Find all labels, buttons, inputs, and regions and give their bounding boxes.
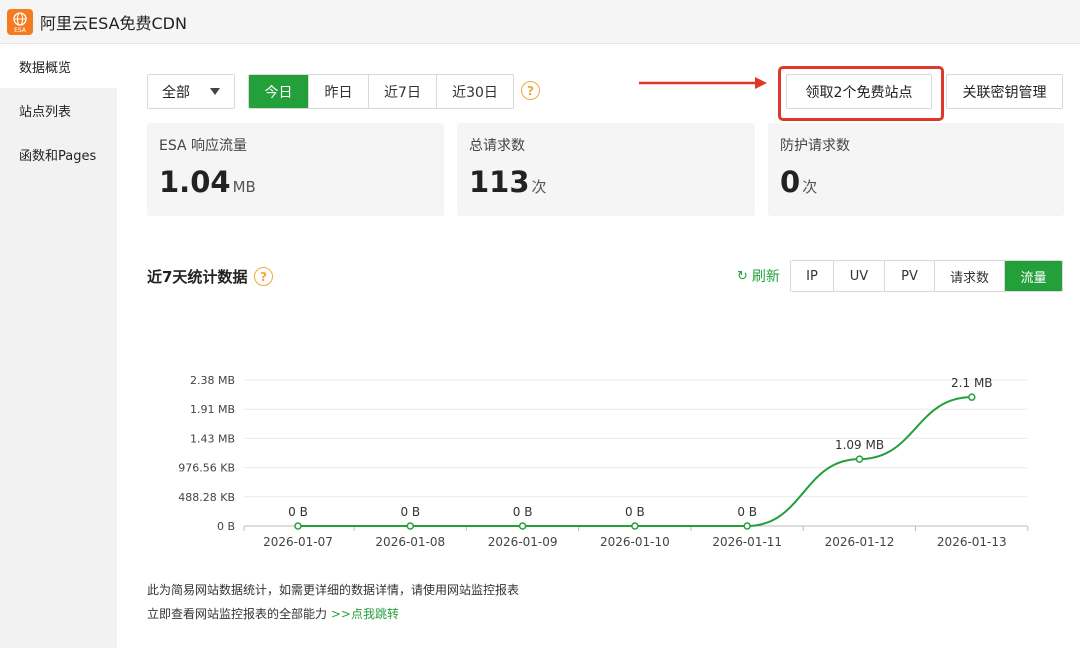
tab-pv[interactable]: PV: [885, 261, 935, 291]
stats-title: 近7天统计数据: [147, 268, 248, 286]
tab-yesterday[interactable]: 昨日: [309, 75, 369, 108]
main-content: 全部 今日 昨日 近7日 近30日 ? 领取2个免费站点 关联密钥管理 ESA …: [117, 44, 1080, 648]
card-value: 1.04 MB: [159, 165, 256, 199]
logo-text: ESA: [14, 26, 26, 34]
data-label: 2.1 MB: [951, 376, 992, 390]
sidebar-item-label: 数据概览: [19, 60, 72, 76]
tab-30days[interactable]: 近30日: [437, 75, 513, 108]
red-arrow-annotation: [639, 77, 767, 89]
y-tick-label: 488.28 KB: [178, 491, 235, 504]
refresh-label: 刷新: [751, 269, 780, 285]
data-label: 0 B: [625, 505, 645, 519]
help-icon[interactable]: ?: [254, 267, 273, 286]
card-label: 防护请求数: [780, 138, 850, 154]
key-management-button[interactable]: 关联密钥管理: [946, 74, 1063, 109]
data-point: [294, 522, 302, 530]
card-label: 总请求数: [469, 138, 525, 154]
esa-logo: ESA: [7, 8, 33, 35]
sidebar-item-functions-pages[interactable]: 函数和Pages: [0, 132, 117, 176]
data-label: 1.09 MB: [835, 438, 884, 452]
x-tick-label: 2026-01-07: [263, 535, 333, 549]
date-range-tabs: 今日 昨日 近7日 近30日: [248, 74, 514, 109]
y-tick-label: 2.38 MB: [190, 374, 235, 387]
x-tick-label: 2026-01-12: [825, 535, 895, 549]
scope-select[interactable]: 全部: [147, 74, 235, 109]
y-tick-label: 976.56 KB: [178, 462, 235, 475]
card-value: 0次: [780, 165, 818, 199]
title-bar: ESA 阿里云ESA免费CDN: [0, 0, 1080, 44]
y-tick-label: 1.43 MB: [190, 432, 235, 445]
x-tick-label: 2026-01-08: [375, 535, 445, 549]
refresh-button[interactable]: ↻ 刷新: [737, 266, 780, 286]
y-tick-label: 1.91 MB: [190, 403, 235, 416]
x-tick-label: 2026-01-13: [937, 535, 1007, 549]
data-point: [518, 522, 527, 530]
refresh-icon: ↻: [737, 268, 748, 284]
card-traffic: ESA 响应流量 1.04 MB: [147, 123, 444, 216]
data-label: 0 B: [288, 505, 308, 519]
jump-link[interactable]: >>点我跳转: [331, 607, 399, 621]
traffic-line-chart: 0 B 488.28 KB 976.56 KB 1.43 MB 1.91 MB 2.38 …: [178, 374, 1029, 549]
data-label: 0 B: [737, 505, 757, 519]
footer-link-line: 立即查看网站监控报表的全部能力 >>点我跳转: [147, 607, 399, 621]
app-title: 阿里云ESA免费CDN: [40, 13, 187, 33]
caret-down-icon: [210, 88, 220, 95]
data-point: [631, 522, 639, 530]
card-value: 113 次: [469, 165, 547, 199]
scope-select-value: 全部: [162, 84, 190, 101]
sidebar-item-sites[interactable]: 站点列表: [0, 88, 117, 132]
data-label: 0 B: [400, 505, 420, 519]
help-icon[interactable]: ?: [521, 81, 540, 100]
sidebar-item-overview[interactable]: 数据概览: [0, 44, 117, 88]
tab-requests[interactable]: 请求数: [935, 261, 1005, 291]
tab-today[interactable]: 今日: [249, 75, 309, 108]
y-tick-label: 0 B: [217, 520, 235, 533]
sidebar-item-label: 函数和Pages: [19, 148, 97, 164]
data-point: [968, 393, 976, 401]
tab-uv[interactable]: UV: [834, 261, 885, 291]
tab-ip[interactable]: IP: [791, 261, 834, 291]
globe-icon: [13, 11, 27, 26]
x-tick-label: 2026-01-11: [712, 535, 782, 549]
x-tick-label: 2026-01-10: [600, 535, 670, 549]
claim-free-sites-button[interactable]: 领取2个免费站点: [786, 74, 932, 109]
tab-7days[interactable]: 近7日: [369, 75, 437, 108]
data-label: 0 B: [513, 505, 533, 519]
data-point: [855, 455, 864, 463]
metric-tabs: IP UV PV 请求数 流量: [790, 260, 1063, 292]
tab-traffic[interactable]: 流量: [1005, 261, 1062, 291]
data-point: [406, 522, 415, 530]
footer-note: 此为简易网站数据统计，如需更详细的数据详情，请使用网站监控报表: [147, 583, 520, 597]
card-protected-requests: 防护请求数 0次: [768, 123, 1064, 216]
sidebar-item-label: 站点列表: [19, 104, 72, 120]
sidebar: 数据概览 站点列表 函数和Pages: [0, 44, 117, 648]
card-label: ESA 响应流量: [159, 138, 248, 154]
data-point: [743, 522, 751, 530]
card-total-requests: 总请求数 113 次: [457, 123, 755, 216]
x-tick-label: 2026-01-09: [488, 535, 558, 549]
